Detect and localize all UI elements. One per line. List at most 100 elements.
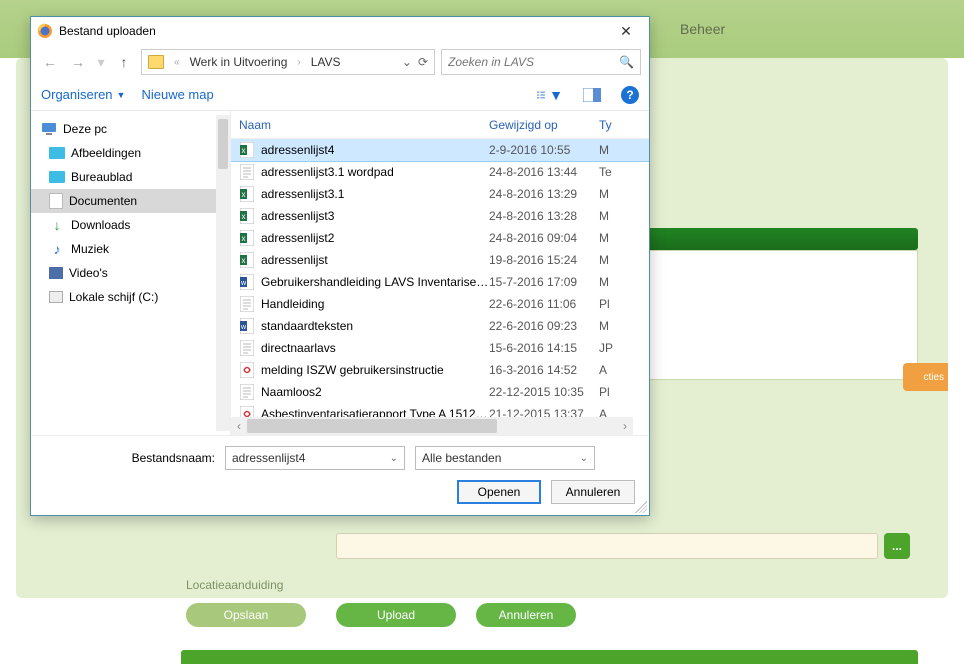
tree-item-label: Bureaublad [71,170,132,184]
new-folder-button[interactable]: Nieuwe map [141,87,213,102]
file-name: Asbestinventarisatierapport Type A 15121… [261,407,489,417]
breadcrumb-part-1[interactable]: Werk in Uitvoering [190,55,288,69]
file-row[interactable]: melding ISZW gebruikersinstructie16-3-20… [231,359,649,381]
bg-field[interactable] [336,533,878,559]
scrollbar-thumb[interactable] [247,419,497,433]
organize-button[interactable]: Organiseren ▼ [41,87,125,102]
file-name: Naamloos2 [261,385,489,399]
bg-save-button[interactable]: Opslaan [186,603,306,627]
txt-icon [239,340,255,356]
file-row[interactable]: Handleiding22-6-2016 11:06Pl [231,293,649,315]
file-pane: Naam Gewijzigd op Ty adressenlijst42-9-2… [231,111,649,435]
file-row[interactable]: Asbestinventarisatierapport Type A 15121… [231,403,649,417]
open-button[interactable]: Openen [457,480,541,504]
file-row[interactable]: adressenlijst224-8-2016 09:04M [231,227,649,249]
bg-browse-button[interactable]: ... [884,533,910,559]
column-modified[interactable]: Gewijzigd op [489,118,599,132]
tree-item-pictures[interactable]: Afbeeldingen [31,141,230,165]
tree-item-videos[interactable]: Video's [31,261,230,285]
file-type: M [599,231,619,245]
tree-root-this-pc[interactable]: Deze pc [31,117,230,141]
column-name[interactable]: Naam [239,118,489,132]
file-date: 19-8-2016 15:24 [489,253,599,267]
word-icon [239,274,255,290]
bg-cancel-button[interactable]: Annuleren [476,603,576,627]
tree-item-label: Downloads [71,218,130,232]
downloads-icon: ↓ [49,218,65,232]
file-row[interactable]: adressenlijst42-9-2016 10:55M [231,139,649,161]
bg-upload-button[interactable]: Upload [336,603,456,627]
txt-icon [239,296,255,312]
file-date: 24-8-2016 13:44 [489,165,599,179]
file-type: M [599,275,619,289]
filter-value: Alle bestanden [422,451,501,465]
search-icon[interactable]: 🔍 [619,55,634,69]
view-options-button[interactable]: ▼ [537,84,563,106]
file-row[interactable]: standaardteksten22-6-2016 09:23M [231,315,649,337]
file-row[interactable]: Gebruikershandleiding LAVS Inventarisee.… [231,271,649,293]
nav-back-button[interactable]: ← [39,51,61,73]
file-date: 24-8-2016 13:29 [489,187,599,201]
help-button[interactable]: ? [621,86,639,104]
file-row[interactable]: adressenlijst324-8-2016 13:28M [231,205,649,227]
search-input[interactable] [448,55,619,69]
preview-pane-button[interactable] [579,84,605,106]
nav-forward-button[interactable]: → [67,51,89,73]
file-date: 16-3-2016 14:52 [489,363,599,377]
nav-up-button[interactable]: ↑ [113,51,135,73]
file-date: 24-8-2016 13:28 [489,209,599,223]
bg-options-tab[interactable]: cties [903,363,948,391]
bg-location-label: Locatieaanduiding [186,578,283,592]
tree-item-label: Lokale schijf (C:) [69,290,158,304]
breadcrumb-dropdown-icon[interactable]: ⌄ [402,55,412,69]
excel-icon [239,186,255,202]
breadcrumb-part-2[interactable]: LAVS [311,55,341,69]
documents-icon [49,193,63,209]
file-row[interactable]: directnaarlavs15-6-2016 14:15JP [231,337,649,359]
breadcrumb[interactable]: « Werk in Uitvoering › LAVS ⌄ ⟳ [141,49,435,75]
tree-item-downloads[interactable]: ↓ Downloads [31,213,230,237]
tree-item-music[interactable]: ♪ Muziek [31,237,230,261]
file-list[interactable]: adressenlijst42-9-2016 10:55Madressenlij… [231,139,649,417]
file-row[interactable]: adressenlijst19-8-2016 15:24M [231,249,649,271]
music-icon: ♪ [49,242,65,256]
search-box[interactable]: 🔍 [441,49,641,75]
txt-icon [239,384,255,400]
tree-item-desktop[interactable]: Bureaublad [31,165,230,189]
scroll-right-icon[interactable]: › [617,417,633,435]
file-name: adressenlijst3.1 wordpad [261,165,489,179]
file-date: 24-8-2016 09:04 [489,231,599,245]
dialog-title: Bestand uploaden [59,24,609,38]
scroll-left-icon[interactable]: ‹ [231,417,247,435]
file-date: 15-7-2016 17:09 [489,275,599,289]
column-type[interactable]: Ty [599,118,619,132]
file-row[interactable]: adressenlijst3.1 wordpad24-8-2016 13:44T… [231,161,649,183]
filetype-filter-combobox[interactable]: Alle bestanden ⌄ [415,446,595,470]
close-button[interactable]: ✕ [609,20,643,42]
tree-item-documents[interactable]: Documenten [31,189,230,213]
resize-grip[interactable] [635,501,647,513]
file-type: Te [599,165,619,179]
bg-tab-beheer[interactable]: Beheer [680,21,725,37]
filename-combobox[interactable]: adressenlijst4 ⌄ [225,446,405,470]
tree-item-label: Afbeeldingen [71,146,141,160]
tree-item-local-disk[interactable]: Lokale schijf (C:) [31,285,230,309]
file-name: directnaarlavs [261,341,489,355]
chevron-down-icon: ⌄ [384,453,398,464]
file-row[interactable]: Naamloos222-12-2015 10:35Pl [231,381,649,403]
file-row[interactable]: adressenlijst3.124-8-2016 13:29M [231,183,649,205]
file-name: adressenlijst3 [261,209,489,223]
file-date: 2-9-2016 10:55 [489,143,599,157]
file-name: Handleiding [261,297,489,311]
nav-separator: ▾ [95,51,107,73]
refresh-icon[interactable]: ⟳ [418,55,428,69]
scrollbar-thumb[interactable] [218,119,228,169]
horizontal-scrollbar[interactable]: ‹ › [231,417,633,435]
file-name: adressenlijst [261,253,489,267]
firefox-icon [37,23,53,39]
cancel-button[interactable]: Annuleren [551,480,635,504]
tree-scrollbar[interactable] [216,115,230,431]
file-type: M [599,209,619,223]
bg-accordion[interactable] [181,650,918,664]
dialog-body: Deze pc Afbeeldingen Bureaublad Document… [31,111,649,435]
